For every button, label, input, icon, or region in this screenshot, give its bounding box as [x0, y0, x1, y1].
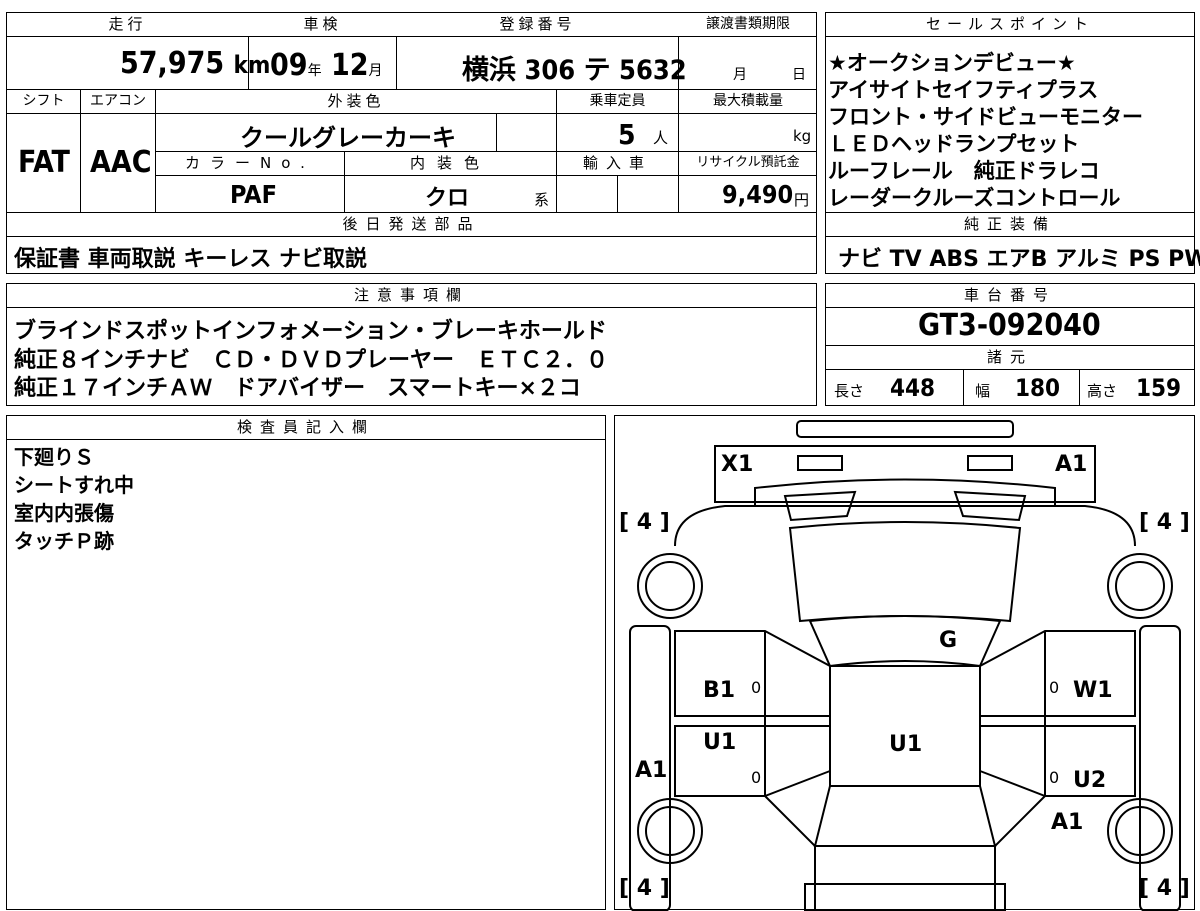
later-parts-value: 保証書 車両取説 キーレス ナビ取説 — [14, 247, 367, 272]
width-value: 180 — [1015, 374, 1061, 402]
notes-label: 注意事項欄 — [353, 286, 469, 304]
mark-right-rear-door: U2 — [1073, 768, 1107, 793]
note-line-3: 純正１７インチＡＷ ドアバイザー スマートキー×２コ — [14, 376, 581, 401]
width-label: 幅 — [975, 382, 991, 400]
equipment-value: ナビ TV ABS エアB アルミ PS PW — [838, 247, 1200, 272]
capacity-value: 5 — [618, 118, 636, 151]
zero-left-front: 0 — [751, 678, 762, 697]
maxload-label: 最大積載量 — [713, 93, 783, 109]
inspector-label: 検査員記入欄 — [236, 418, 375, 436]
car-damage-diagram: X1 A1 G B1 0 W1 0 U1 U1 A1 0 U2 0 A1 [ 4… — [614, 415, 1195, 911]
sales-point-4: ＬＥＤヘッドランプセット — [828, 132, 1080, 156]
shift-value: FAT — [18, 145, 70, 180]
aircon-label: エアコン — [90, 93, 146, 109]
capacity-label: 乗車定員 — [589, 93, 646, 109]
exterior-label: 外装色 — [327, 92, 385, 110]
height-value: 159 — [1136, 374, 1182, 402]
mark-left-front-door: B1 — [703, 678, 736, 703]
mark-roof: G — [939, 628, 958, 653]
mark-left-rear-door: U1 — [703, 730, 737, 755]
registration-label: 登録番号 — [499, 15, 576, 33]
height-label: 高さ — [1087, 382, 1118, 400]
shift-label: シフト — [22, 93, 65, 109]
recycle-unit: 円 — [794, 191, 810, 209]
mark-left-rear-quarter: A1 — [635, 758, 668, 783]
equipment-label: 純正装備 — [963, 215, 1056, 233]
length-value: 448 — [890, 374, 936, 402]
later-parts-label: 後日発送部品 — [342, 215, 481, 233]
sales-point-3: フロント・サイドビューモニター — [828, 105, 1143, 129]
note-line-1: ブラインドスポットインフォメーション・ブレーキホールド — [14, 319, 607, 344]
mark-right-rear-quarter: A1 — [1051, 810, 1084, 835]
length-label: 長さ — [834, 382, 865, 400]
inspector-line-4: タッチＰ跡 — [14, 529, 114, 553]
chassis-label: 車台番号 — [963, 286, 1056, 304]
tread-rear-left: [ 4 ] — [619, 876, 670, 901]
capacity-unit: 人 — [653, 129, 669, 147]
car-outline-icon — [629, 420, 1181, 911]
maxload-unit: kg — [793, 127, 812, 145]
recycle-value: 9,490 — [722, 180, 794, 209]
exterior-value: クールグレーカーキ — [240, 124, 456, 152]
inspection-label: 車検 — [303, 15, 342, 33]
interior-unit: 系 — [534, 191, 550, 209]
mileage-label: 走行 — [108, 15, 147, 33]
inspector-line-3: 室内内張傷 — [14, 501, 114, 525]
zero-left-rear: 0 — [751, 768, 762, 787]
inspector-line-1: 下廻りＳ — [14, 445, 94, 469]
specs-label: 諸元 — [986, 348, 1033, 366]
recycle-label: リサイクル預託金 — [696, 155, 800, 170]
mark-front-left: X1 — [721, 452, 754, 477]
interior-value: クロ — [425, 186, 470, 211]
registration-value: 横浜 306 テ 5632 — [462, 55, 687, 86]
zero-right-front: 0 — [1049, 678, 1060, 697]
aircon-value: AAC — [90, 145, 152, 180]
colorno-value: PAF — [230, 180, 277, 209]
mileage-value: 57,975 km — [120, 46, 271, 81]
mark-center: U1 — [889, 732, 923, 757]
zero-right-rear: 0 — [1049, 768, 1060, 787]
transfer-deadline-label: 譲渡書類期限 — [706, 16, 790, 32]
interior-label: 内装色 — [409, 154, 491, 172]
inspector-line-2: シートすれ中 — [14, 473, 134, 497]
sales-point-6: レーダークルーズコントロール — [828, 186, 1121, 210]
sales-point-5: ルーフレール 純正ドラレコ — [828, 159, 1100, 183]
tread-front-right: [ 4 ] — [1139, 510, 1190, 535]
import-label: 輸入車 — [582, 154, 652, 172]
sales-points-label: セールスポイント — [925, 15, 1094, 33]
tread-front-left: [ 4 ] — [619, 510, 670, 535]
chassis-number: GT3-092040 — [918, 308, 1101, 343]
mark-front-right: A1 — [1055, 452, 1088, 477]
tread-rear-right: [ 4 ] — [1139, 876, 1190, 901]
colorno-label: カラーNo. — [185, 154, 315, 172]
sales-point-2: アイサイトセイフティプラス — [828, 78, 1099, 102]
mark-right-front-door: W1 — [1073, 678, 1113, 703]
transfer-day-unit: 日 — [792, 67, 806, 83]
inspection-value: 09年 12月 — [270, 48, 383, 83]
sales-point-1: ★オークションデビュー★ — [828, 51, 1076, 75]
transfer-month-unit: 月 — [733, 67, 747, 83]
